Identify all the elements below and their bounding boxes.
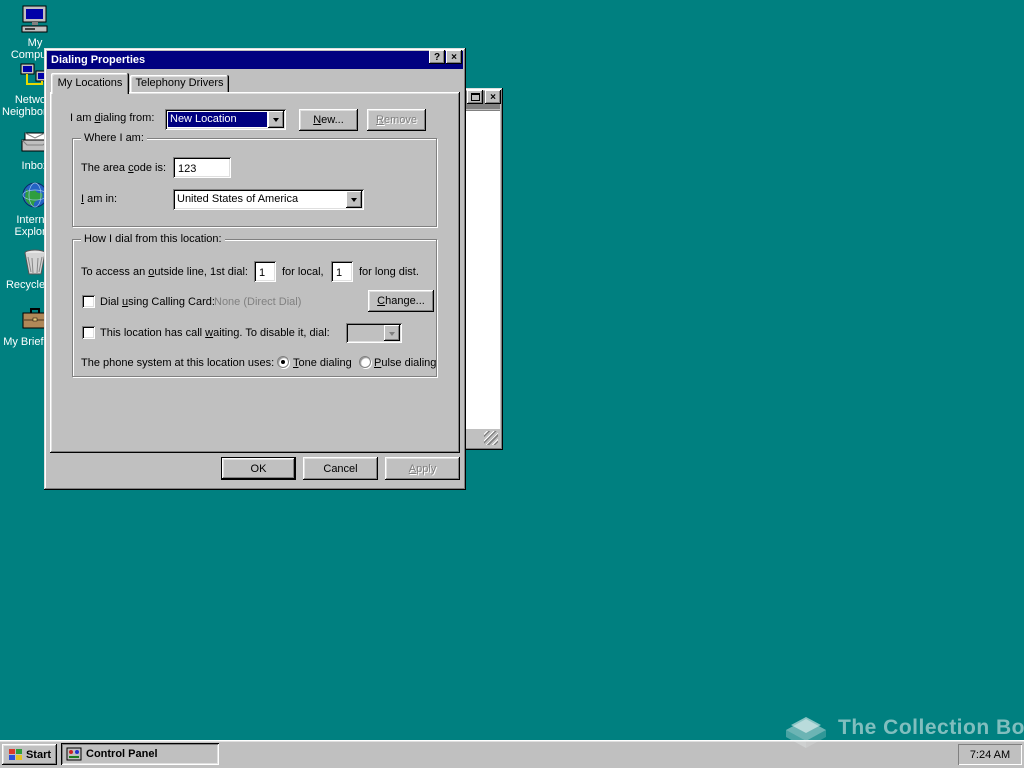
call-waiting-combobox: [346, 323, 402, 343]
windows-logo-icon: [8, 749, 22, 760]
location-combobox-value: New Location: [168, 112, 267, 127]
close-button[interactable]: ×: [485, 90, 501, 104]
close-button[interactable]: ×: [446, 50, 462, 64]
help-button[interactable]: ?: [429, 50, 445, 64]
watermark-text: The Collection Book: [838, 716, 1024, 739]
chevron-down-icon[interactable]: [268, 111, 284, 128]
where-i-am-legend: Where I am:: [81, 132, 147, 144]
country-combobox[interactable]: United States of America: [173, 189, 364, 210]
taskbar: Start Control Panel 7:24 AM: [0, 740, 1024, 768]
start-button[interactable]: Start: [2, 744, 57, 765]
how-i-dial-group: How I dial from this location: To access…: [72, 233, 437, 377]
calling-card-label: Dial using Calling Card:: [100, 296, 215, 308]
close-icon: ×: [490, 91, 496, 103]
local-prefix-input[interactable]: [254, 261, 276, 282]
area-code-input[interactable]: [173, 157, 231, 178]
maximize-button[interactable]: [467, 90, 483, 104]
country-combobox-value: United States of America: [177, 193, 299, 205]
maximize-icon: [470, 93, 480, 101]
tab-my-locations[interactable]: My Locations: [51, 73, 129, 94]
ok-button[interactable]: OK: [221, 457, 296, 480]
call-waiting-checkbox[interactable]: [82, 326, 95, 339]
dialing-properties-dialog: Dialing Properties ? × My Locations Tele…: [44, 48, 466, 490]
phone-system-label: The phone system at this location uses:: [81, 357, 275, 369]
chevron-down-icon[interactable]: [346, 191, 362, 208]
my-locations-panel: I am dialing from: New Location New... R…: [50, 92, 460, 453]
cancel-button[interactable]: Cancel: [303, 457, 378, 480]
long-distance-prefix-input[interactable]: [331, 261, 353, 282]
for-long-dist-label: for long dist.: [359, 266, 419, 278]
calling-card-checkbox[interactable]: [82, 295, 95, 308]
my-computer-icon: [19, 3, 51, 35]
tone-dialing-radio[interactable]: [277, 356, 289, 368]
remove-button: Remove: [367, 109, 426, 131]
area-code-label: The area code is:: [81, 162, 167, 174]
clock: 7:24 AM: [969, 748, 1011, 761]
help-icon: ?: [433, 51, 441, 63]
call-waiting-label: This location has call waiting. To disab…: [100, 327, 330, 339]
where-i-am-group: Where I am: The area code is: I am in: U…: [72, 132, 437, 227]
pulse-dialing-radio[interactable]: [359, 356, 371, 368]
dialog-titlebar[interactable]: Dialing Properties: [47, 51, 463, 69]
chevron-down-icon: [384, 325, 400, 341]
new-button[interactable]: New...: [299, 109, 358, 131]
country-label: I am in:: [81, 193, 118, 205]
taskbar-task-control-panel[interactable]: Control Panel: [61, 743, 219, 765]
close-icon: ×: [451, 51, 457, 63]
apply-button: Apply: [385, 457, 460, 480]
how-i-dial-legend: How I dial from this location:: [81, 233, 225, 245]
dialog-title: Dialing Properties: [51, 54, 146, 66]
calling-card-value: None (Direct Dial): [214, 296, 302, 308]
tab-label: Telephony Drivers: [135, 77, 224, 89]
tab-telephony-drivers[interactable]: Telephony Drivers: [130, 75, 229, 93]
location-combobox[interactable]: New Location: [165, 109, 286, 130]
for-local-label: for local,: [282, 266, 324, 278]
tone-dialing-label: Tone dialing: [293, 357, 352, 369]
dialing-from-label: I am dialing from:: [70, 112, 155, 124]
outside-line-label: To access an outside line, 1st dial:: [81, 266, 248, 278]
tab-label: My Locations: [57, 77, 123, 89]
change-button[interactable]: Change...: [368, 290, 434, 312]
resize-grip[interactable]: [484, 431, 498, 445]
control-panel-icon: [66, 747, 82, 761]
pulse-dialing-label: Pulse dialing: [374, 357, 437, 369]
system-tray-clock[interactable]: 7:24 AM: [958, 744, 1022, 765]
